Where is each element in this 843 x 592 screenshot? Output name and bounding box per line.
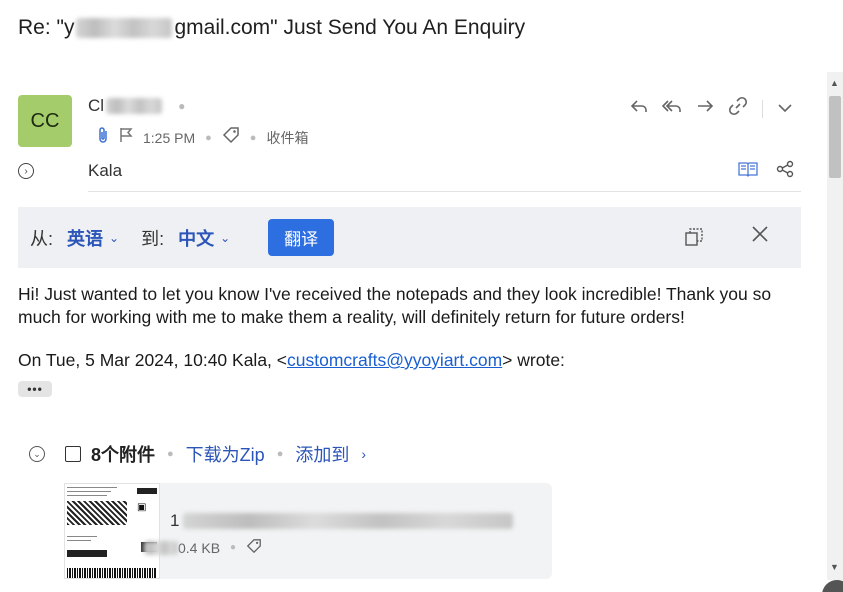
address-block: [67, 550, 107, 557]
paperclip-icon[interactable]: [97, 126, 109, 149]
quote-prefix: On Tue, 5 Mar 2024, 10:40 Kala, <: [18, 350, 287, 370]
scroll-thumb[interactable]: [829, 96, 841, 178]
close-icon[interactable]: [751, 223, 769, 249]
forward-icon[interactable]: [696, 98, 714, 119]
thumbnail-text-line: [67, 495, 107, 496]
from-language-value: 英语: [67, 228, 104, 249]
tag-icon[interactable]: [246, 538, 262, 557]
thumbnail-text-line: [67, 536, 97, 537]
download-zip-link[interactable]: 下载为Zip: [186, 441, 265, 467]
scrollbar[interactable]: ▲ ▼: [827, 72, 843, 580]
separator-dot: ●: [178, 99, 186, 113]
message-time: 1:25 PM: [143, 129, 196, 146]
reply-all-icon[interactable]: [661, 98, 682, 119]
quote-email-link[interactable]: customcrafts@yyoyiart.com: [287, 350, 502, 370]
attachment-card[interactable]: ▣ 1 0.4 KB ●: [64, 483, 552, 579]
redacted-sender: [106, 98, 163, 114]
from-language-select[interactable]: 英语 ⌄: [67, 225, 119, 251]
reader-icon[interactable]: [738, 161, 758, 182]
to-language-value: 中文: [178, 228, 215, 249]
message-body: Hi! Just wanted to let you know I've rec…: [18, 284, 772, 327]
expand-icon[interactable]: ›: [18, 163, 34, 179]
scroll-down-icon[interactable]: ▼: [830, 562, 839, 572]
copy-icon[interactable]: [684, 227, 704, 252]
floating-action-button[interactable]: [822, 580, 843, 592]
quote-suffix: > wrote:: [502, 350, 565, 370]
separator-dot: ●: [167, 448, 174, 460]
to-label: 到:: [141, 228, 165, 249]
email-subject: Re: "y gmail.com" Just Send You An Enquir…: [18, 16, 525, 40]
folder-label[interactable]: 收件箱: [266, 128, 308, 148]
carrier-logo: [137, 488, 157, 494]
attachment-meta: 0.4 KB ●: [144, 538, 262, 557]
barcode-graphic: [67, 568, 157, 578]
recipient-name[interactable]: Kala: [88, 161, 122, 181]
thumbnail-text-line: [67, 491, 111, 492]
recipient-row: › Kala: [18, 160, 801, 190]
attachment-size: 0.4 KB: [178, 539, 221, 556]
chevron-right-icon[interactable]: ›: [361, 446, 366, 462]
quote-header: On Tue, 5 Mar 2024, 10:40 Kala, <customc…: [18, 350, 565, 371]
share-icon[interactable]: [776, 160, 794, 183]
show-quoted-button[interactable]: •••: [18, 381, 52, 397]
thumbnail-text-line: [67, 487, 117, 488]
attachment-name-prefix: 1: [170, 511, 180, 530]
link-icon[interactable]: [728, 96, 748, 121]
message-actions: [630, 96, 793, 121]
divider: [88, 191, 801, 192]
reply-icon[interactable]: [630, 98, 648, 119]
select-all-checkbox[interactable]: [65, 446, 81, 462]
attachment-count: 8个附件: [91, 445, 156, 465]
from-label: 从:: [30, 228, 54, 249]
scroll-up-icon[interactable]: ▲: [830, 78, 839, 88]
more-chevron-icon[interactable]: [777, 98, 793, 119]
carrier-mark: ▣: [137, 502, 147, 513]
chevron-down-icon: ⌄: [220, 230, 231, 245]
separator-dot: ●: [230, 542, 237, 553]
attachment-name[interactable]: 1: [170, 511, 514, 531]
redacted-address: [76, 18, 173, 39]
divider: [762, 99, 763, 118]
translate-bar: 从: 英语 ⌄ 到: 中文 ⌄ 翻译: [18, 207, 801, 268]
collapse-icon[interactable]: ⌄: [29, 446, 45, 462]
attachments-header: ⌄ 8个附件 ● 下载为Zip ● 添加到 ›: [29, 441, 366, 467]
barcode-graphic: [67, 501, 127, 525]
attachment-thumbnail[interactable]: ▣: [64, 483, 160, 579]
subject-prefix: Re: "y: [18, 16, 75, 39]
chevron-down-icon: ⌄: [109, 230, 120, 245]
separator-dot: ●: [205, 131, 212, 144]
redacted-filename: [183, 513, 514, 529]
sender-name[interactable]: Cl ●: [88, 96, 185, 116]
add-to-link[interactable]: 添加到: [295, 441, 349, 467]
tag-icon[interactable]: [222, 126, 240, 149]
redacted-size: [144, 540, 178, 555]
translate-button[interactable]: 翻译: [268, 219, 335, 256]
flag-icon[interactable]: [119, 127, 133, 148]
subject-suffix: gmail.com" Just Send You An Enquiry: [174, 16, 526, 39]
sender-name-prefix: Cl: [88, 96, 105, 115]
to-language-select[interactable]: 中文 ⌄: [178, 225, 230, 251]
message-meta: 1:25 PM ● ● 收件箱: [97, 126, 308, 149]
separator-dot: ●: [276, 448, 284, 460]
thumbnail-text-line: [67, 540, 91, 541]
avatar[interactable]: CC: [18, 95, 72, 147]
separator-dot: ●: [249, 131, 257, 144]
email-viewer: Re: "y gmail.com" Just Send You An Enquir…: [0, 0, 843, 592]
